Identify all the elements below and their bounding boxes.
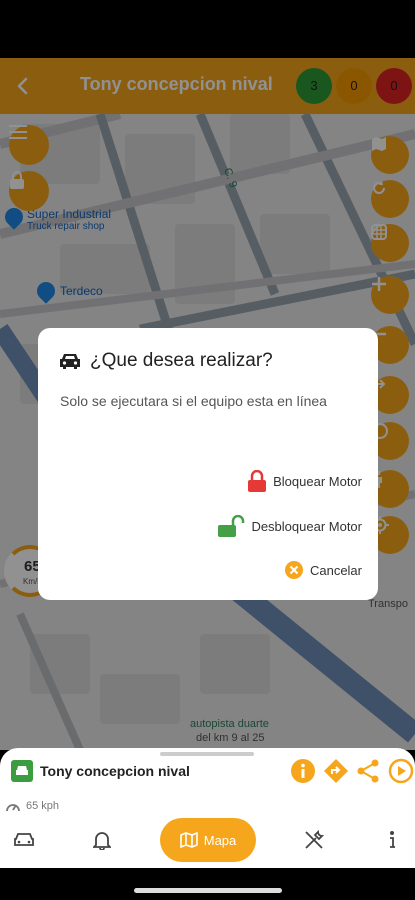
- vehicle-icon: [11, 760, 33, 782]
- speedometer-icon: [6, 804, 20, 812]
- speed-text: 65 kph: [26, 800, 60, 812]
- car-icon: [60, 354, 80, 369]
- system-nav-bar: [0, 868, 415, 900]
- drag-handle[interactable]: [160, 752, 254, 756]
- tools-icon: [305, 830, 324, 849]
- directions-icon: [324, 759, 348, 783]
- dialog-message: Solo se ejecutara si el equipo esta en l…: [60, 393, 327, 409]
- nav-vehicles[interactable]: [12, 828, 36, 852]
- nav-info[interactable]: [380, 828, 404, 852]
- cancel-circle-icon: [284, 560, 304, 580]
- play-circle-icon: [388, 758, 414, 784]
- lock-open-icon: [217, 515, 245, 537]
- nav-map-label: Mapa: [203, 832, 237, 848]
- play-button[interactable]: [388, 758, 414, 784]
- dialog-header: ¿Que desea realizar?: [58, 348, 273, 374]
- unlock-engine-button[interactable]: Desbloquear Motor: [217, 515, 362, 537]
- car-icon: [14, 833, 34, 846]
- info-button[interactable]: [290, 758, 316, 784]
- dialog-title: ¿Que desea realizar?: [90, 350, 273, 371]
- vehicle-panel: Tony concepcion nival 65 kph Mapa: [0, 748, 415, 868]
- lock-closed-icon: [247, 470, 267, 492]
- action-dialog: ¿Que desea realizar? Solo se ejecutara s…: [38, 328, 378, 600]
- bell-icon: [93, 832, 111, 850]
- cancel-button[interactable]: Cancelar: [284, 560, 362, 580]
- nav-tools[interactable]: [302, 828, 326, 852]
- lock-engine-label: Bloquear Motor: [273, 473, 362, 489]
- info-icon: [291, 759, 315, 783]
- lock-engine-button[interactable]: Bloquear Motor: [247, 470, 362, 492]
- home-indicator[interactable]: [134, 888, 282, 893]
- cancel-label: Cancelar: [309, 562, 362, 578]
- share-button[interactable]: [355, 758, 381, 784]
- nav-map[interactable]: Mapa: [160, 818, 256, 862]
- vehicle-name: Tony concepcion nival: [40, 763, 190, 779]
- bottom-navigation: Mapa: [0, 814, 415, 868]
- nav-alerts[interactable]: [90, 828, 114, 852]
- unlock-engine-label: Desbloquear Motor: [251, 518, 362, 534]
- info-icon: [390, 831, 395, 848]
- status-bar: [0, 0, 415, 58]
- speed-readout: 65 kph: [6, 800, 59, 812]
- directions-button[interactable]: [323, 758, 349, 784]
- share-icon: [357, 759, 379, 783]
- map-icon: [179, 832, 198, 848]
